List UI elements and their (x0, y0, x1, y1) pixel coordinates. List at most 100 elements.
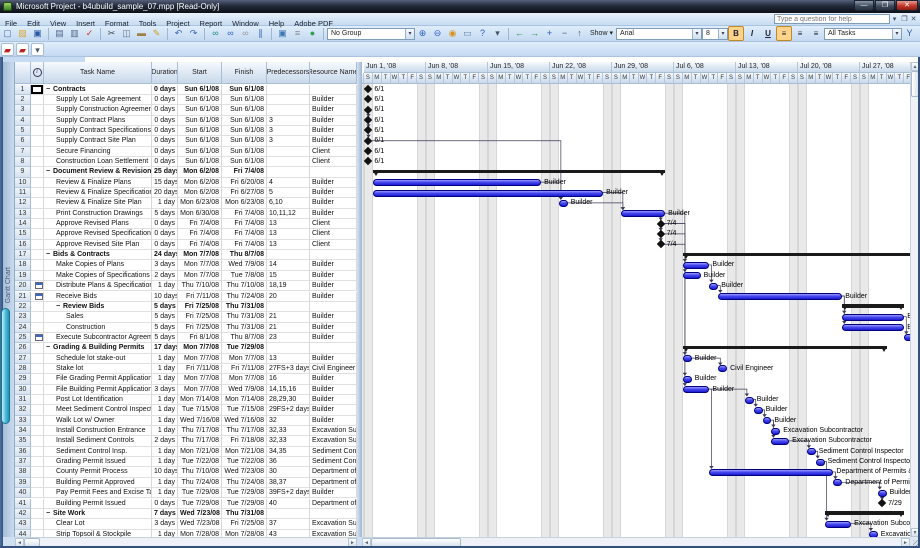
collapse-icon[interactable]: − (46, 85, 53, 95)
filter-combo[interactable]: All Tasks▾ (824, 28, 902, 40)
predecessors-cell[interactable]: 3 (267, 126, 310, 136)
predecessors-cell[interactable]: 4 (267, 178, 310, 188)
info-cell[interactable] (31, 250, 44, 260)
close-button[interactable]: ✕ (896, 0, 918, 11)
task-name-cell[interactable]: Approve Revised Site Plan (44, 240, 152, 250)
predecessors-cell[interactable]: 5 (267, 188, 310, 198)
predecessors-cell[interactable] (267, 343, 310, 353)
info-cell[interactable] (31, 488, 44, 498)
resource-cell[interactable] (310, 302, 357, 312)
info-cell[interactable] (31, 343, 44, 353)
info-cell[interactable] (31, 95, 44, 105)
row-number[interactable]: 16 (15, 240, 31, 250)
start-cell[interactable]: Mon 7/7/08 (178, 343, 222, 353)
help-icon[interactable]: ? (476, 27, 489, 40)
timescale-days[interactable]: SSMTWTFSSMTWTFSSMTWTFSSMTWTFSSMTWTFSSMTW… (362, 73, 910, 84)
table-row[interactable]: 28Stake lot1 dayFri 7/11/08Fri 7/11/0827… (15, 364, 357, 374)
row-number[interactable]: 4 (15, 116, 31, 126)
finish-cell[interactable]: Thu 7/17/08 (222, 426, 267, 436)
align-center-button[interactable]: ≡ (792, 26, 808, 41)
summary-bar[interactable] (825, 511, 905, 515)
duration-cell[interactable]: 15 days (152, 178, 178, 188)
task-bar[interactable] (771, 428, 780, 435)
duration-cell[interactable]: 1 day (152, 530, 178, 537)
duration-cell[interactable]: 0 days (152, 116, 178, 126)
hide-subtasks-icon[interactable]: − (558, 27, 571, 40)
start-cell[interactable]: Fri 8/1/08 (178, 333, 222, 343)
task-name-cell[interactable]: Stake lot (44, 364, 152, 374)
task-name-cell[interactable]: Strip Topsoil & Stockpile (44, 530, 152, 537)
predecessors-cell[interactable]: 20 (267, 292, 310, 302)
duration-cell[interactable]: 1 day (152, 405, 178, 415)
table-row[interactable]: 20Distribute Plans & Specifications1 day… (15, 281, 357, 291)
table-row[interactable]: 2Supply Lot Sale Agreement0 daysSun 6/1/… (15, 95, 357, 105)
info-cell[interactable] (31, 416, 44, 426)
table-row[interactable]: 24Construction5 daysFri 7/25/08Thu 7/31/… (15, 323, 357, 333)
finish-cell[interactable]: Fri 7/18/08 (222, 436, 267, 446)
finish-cell[interactable]: Mon 7/14/08 (222, 395, 267, 405)
info-cell[interactable] (31, 271, 44, 281)
info-cell[interactable] (31, 478, 44, 488)
task-name-cell[interactable]: File Grading Permit Application (44, 374, 152, 384)
task-name-cell[interactable]: Sales (44, 312, 152, 322)
task-name-cell[interactable]: Review & Finalize Specifications (44, 188, 152, 198)
table-row[interactable]: 4Supply Contract Plans0 daysSun 6/1/08Su… (15, 116, 357, 126)
row-number[interactable]: 8 (15, 157, 31, 167)
table-row[interactable]: 25Execute Subcontractor Agreements5 days… (15, 333, 357, 343)
row-number[interactable]: 41 (15, 499, 31, 509)
table-row[interactable]: 5Supply Contract Specifications0 daysSun… (15, 126, 357, 136)
duration-cell[interactable]: 0 days (152, 126, 178, 136)
summary-bar[interactable] (683, 346, 887, 350)
task-name-cell[interactable]: County Permit Process (44, 467, 152, 477)
table-row[interactable]: 41Building Permit Issued0 daysTue 7/29/0… (15, 499, 357, 509)
row-number[interactable]: 14 (15, 219, 31, 229)
duration-cell[interactable]: 0 days (152, 229, 178, 239)
info-cell[interactable] (31, 354, 44, 364)
task-bar[interactable] (373, 190, 603, 197)
predecessors-cell[interactable]: 43 (267, 530, 310, 537)
table-row[interactable]: 22−Review Bids5 daysFri 7/25/08Thu 7/31/… (15, 302, 357, 312)
task-name-cell[interactable]: −Bids & Contracts (44, 250, 152, 260)
start-cell[interactable]: Thu 7/10/08 (178, 281, 222, 291)
show-subtasks-icon[interactable]: + (543, 27, 556, 40)
task-bar[interactable] (842, 314, 904, 321)
task-bar[interactable] (816, 459, 825, 466)
finish-cell[interactable]: Wed 7/16/08 (222, 416, 267, 426)
task-name-cell[interactable]: Distribute Plans & Specifications (44, 281, 152, 291)
task-name-cell[interactable]: −Contracts (44, 85, 152, 95)
predecessors-cell[interactable]: 6,10 (267, 198, 310, 208)
task-name-cell[interactable]: Review & Finalize Site Plan (44, 198, 152, 208)
task-bar[interactable] (878, 490, 887, 497)
info-cell[interactable] (31, 167, 44, 177)
info-cell[interactable] (31, 395, 44, 405)
duration-cell[interactable]: 10 days (152, 292, 178, 302)
info-cell[interactable] (31, 281, 44, 291)
resource-cell[interactable]: Builder (310, 416, 357, 426)
duration-cell[interactable]: 17 days (152, 343, 178, 353)
task-name-cell[interactable]: Schedule lot stake-out (44, 354, 152, 364)
duration-cell[interactable]: 5 days (152, 302, 178, 312)
resource-cell[interactable]: Builder (310, 188, 357, 198)
duration-cell[interactable]: 3 days (152, 385, 178, 395)
task-name-cell[interactable]: −Grading & Building Permits (44, 343, 152, 353)
align-left-button[interactable]: ≡ (776, 26, 792, 41)
duration-cell[interactable]: 20 days (152, 188, 178, 198)
resource-cell[interactable]: Builder (310, 136, 357, 146)
predecessors-cell[interactable]: 32 (267, 416, 310, 426)
resource-cell[interactable]: Builder (310, 385, 357, 395)
duration-cell[interactable]: 0 days (152, 105, 178, 115)
task-name-cell[interactable]: Building Permit Issued (44, 499, 152, 509)
info-cell[interactable] (31, 126, 44, 136)
resource-cell[interactable]: Civil Engineer (310, 364, 357, 374)
row-number[interactable]: 28 (15, 364, 31, 374)
finish-cell[interactable]: Wed 7/9/08 (222, 385, 267, 395)
predecessors-cell[interactable]: 14,15,16 (267, 385, 310, 395)
start-cell[interactable]: Fri 7/25/08 (178, 312, 222, 322)
start-cell[interactable]: Mon 7/21/08 (178, 447, 222, 457)
resource-cell[interactable]: Excavation Sub (310, 519, 357, 529)
duration-cell[interactable]: 1 day (152, 198, 178, 208)
start-cell[interactable]: Sun 6/1/08 (178, 85, 222, 95)
finish-cell[interactable]: Tue 7/22/08 (222, 457, 267, 467)
menu-file[interactable]: File (0, 18, 22, 30)
row-number[interactable]: 18 (15, 260, 31, 270)
